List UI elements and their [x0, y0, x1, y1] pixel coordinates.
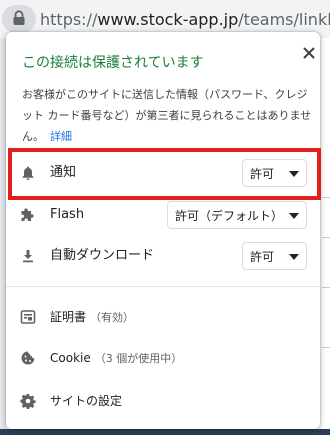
flash-select[interactable]: 許可（デフォルト）	[167, 201, 307, 229]
gear-icon	[20, 393, 36, 409]
page-line	[322, 287, 330, 288]
section-divider	[6, 286, 320, 287]
chevron-down-icon	[289, 254, 299, 260]
close-icon	[303, 47, 315, 59]
close-button[interactable]	[302, 46, 316, 60]
cookie-icon	[20, 350, 36, 366]
site-settings-label: サイトの設定	[50, 394, 123, 408]
page-line	[322, 237, 330, 238]
cookie-label: Cookie （3 個が使用中）	[50, 350, 182, 367]
popup-description: お客様がこのサイトに送信した情報（パスワード、クレジット カード番号など）が第三…	[22, 84, 312, 147]
details-link[interactable]: 詳細	[50, 130, 72, 143]
url-scheme: https://	[40, 10, 98, 29]
certificate-status: （有効）	[90, 311, 135, 324]
cookie-title: Cookie	[50, 351, 91, 365]
url-path: /teams/linklive/das	[238, 10, 330, 29]
cookie-status: （3 個が使用中）	[94, 352, 183, 365]
url-text[interactable]: https://www.stock-app.jp/teams/linklive/…	[40, 10, 330, 30]
puzzle-icon	[20, 207, 36, 223]
auto-download-select[interactable]: 許可	[242, 242, 307, 270]
popup-title: この接続は保護されています	[22, 55, 204, 71]
site-settings-row[interactable]: サイトの設定	[6, 386, 320, 416]
download-icon	[20, 248, 36, 264]
page-line	[322, 347, 330, 348]
certificate-icon	[20, 309, 36, 325]
page-bottom-bar	[0, 429, 330, 435]
select-value: 許可（デフォルト）	[175, 209, 284, 223]
lock-icon[interactable]	[12, 10, 26, 26]
site-info-popup: この接続は保護されています お客様がこのサイトに送信した情報（パスワード、クレジ…	[6, 32, 320, 429]
page-line	[322, 197, 330, 198]
permission-label: 自動ダウンロード	[50, 248, 155, 263]
highlight-box	[8, 148, 321, 200]
chevron-down-icon	[289, 213, 299, 219]
cookie-row[interactable]: Cookie （3 個が使用中）	[6, 343, 320, 373]
certificate-row[interactable]: 証明書 （有効）	[6, 302, 320, 332]
certificate-label: 証明書 （有効）	[50, 309, 134, 326]
url-domain: www.stock-app.jp	[97, 10, 239, 29]
certificate-title: 証明書	[50, 310, 87, 324]
permission-label: Flash	[50, 207, 85, 222]
permission-row-auto-download: 自動ダウンロード 許可	[6, 241, 320, 271]
select-value: 許可	[250, 250, 275, 264]
permission-row-flash: Flash 許可（デフォルト）	[6, 200, 320, 230]
